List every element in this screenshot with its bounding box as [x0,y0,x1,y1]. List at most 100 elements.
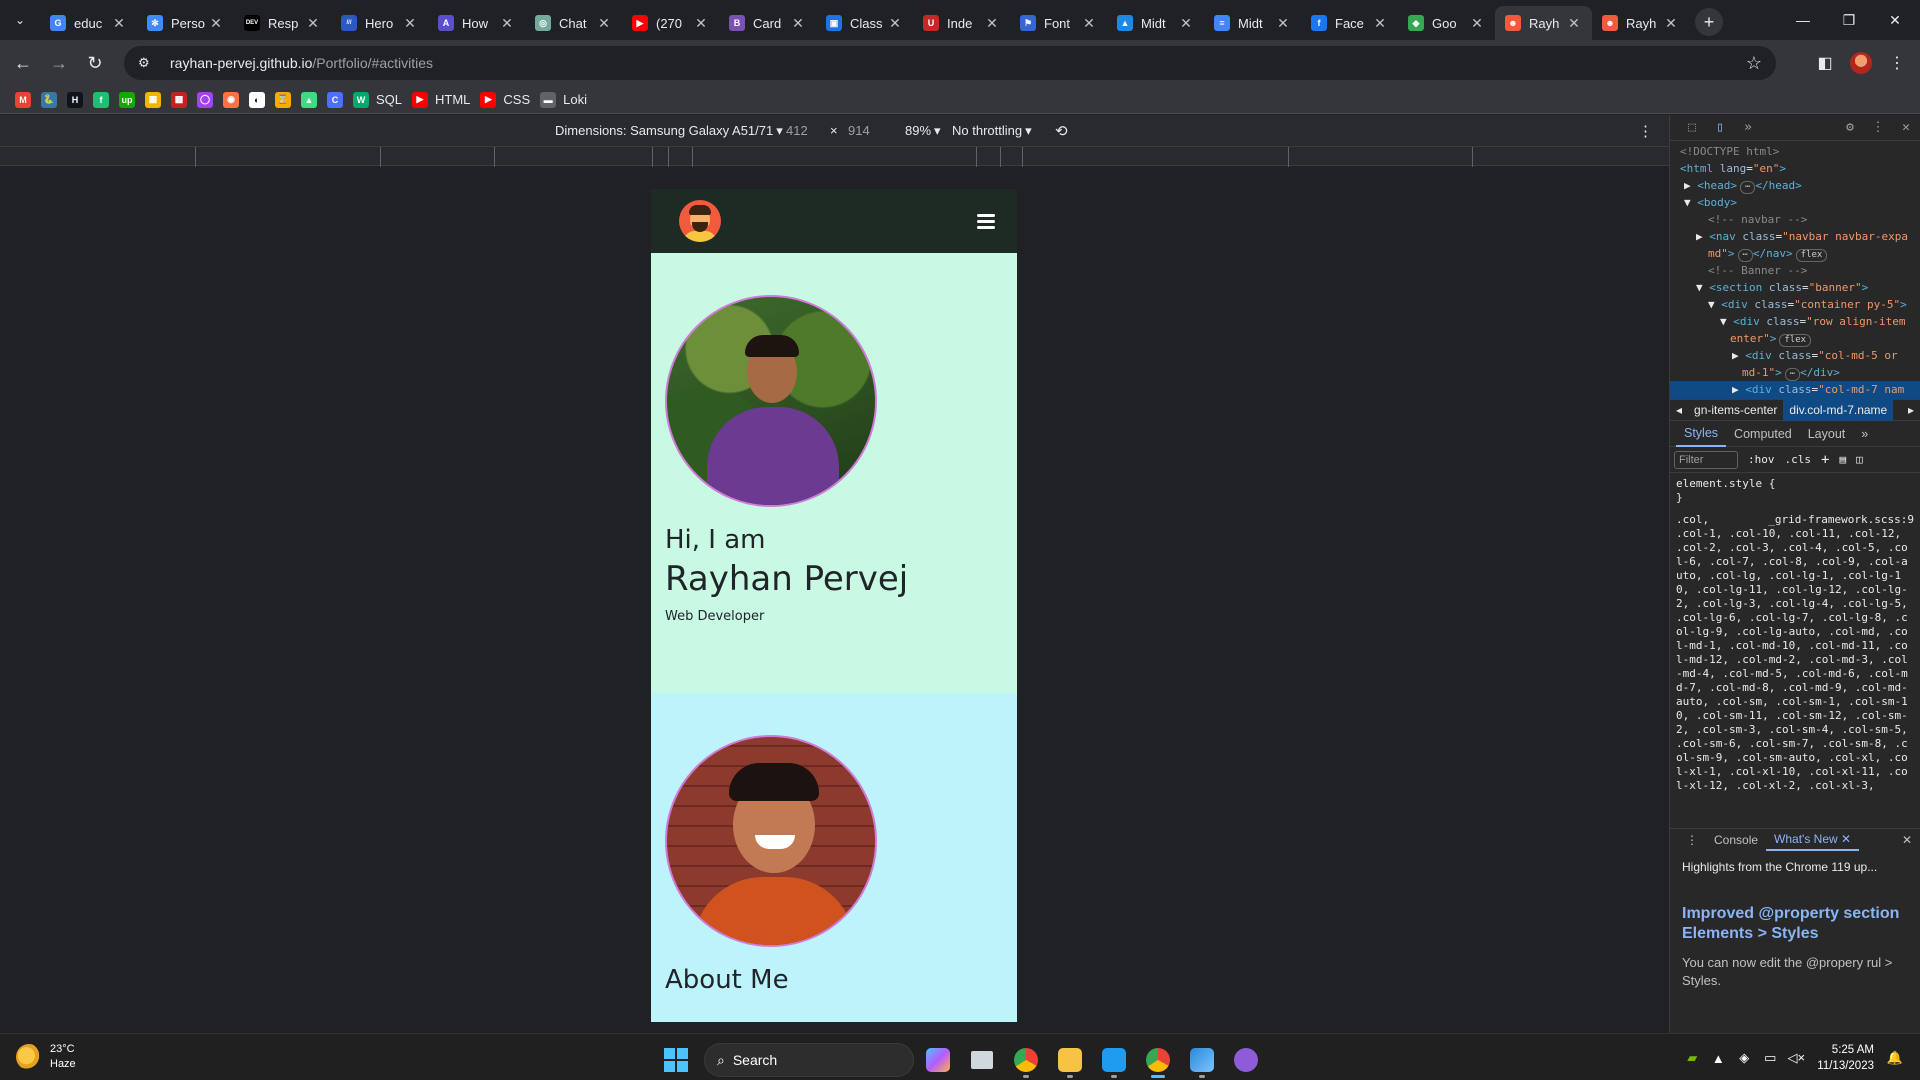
width-input[interactable]: 412 [786,115,808,146]
dom-node[interactable]: ▼ <section class="banner"> [1670,279,1920,296]
media-query-marker[interactable] [668,147,669,167]
browser-tab[interactable]: ≡ Midt ✕ [1204,6,1301,40]
browser-tab[interactable]: DEV Resp ✕ [234,6,331,40]
cls-toggle[interactable]: .cls [1785,453,1812,466]
file-explorer-icon[interactable] [1050,1040,1090,1080]
minimize-button[interactable]: — [1780,0,1826,40]
chrome-app-icon[interactable] [1006,1040,1046,1080]
browser-tab[interactable]: /// Hero ✕ [331,6,428,40]
new-rule-plus-icon[interactable]: + [1821,452,1829,468]
close-tab-icon[interactable]: ✕ [402,15,418,32]
close-tab-icon[interactable]: ✕ [790,15,806,32]
close-tab-icon[interactable]: ✕ [887,15,903,32]
device-toolbar-menu[interactable]: ⋮ [1638,115,1653,146]
close-tab-icon[interactable]: ✕ [305,15,321,32]
notification-bell-icon[interactable]: 🔔 [1882,1050,1908,1066]
dom-node[interactable]: enter"> flex [1670,330,1920,347]
browser-tab[interactable]: ◆ Goo ✕ [1398,6,1495,40]
bookmark-star-icon[interactable]: ☆ [1746,53,1762,74]
back-button[interactable]: ← [6,46,40,80]
browser-tab[interactable]: B Card ✕ [719,6,816,40]
browser-tab[interactable]: ▣ Class ✕ [816,6,913,40]
browser-tab[interactable]: ☻ Rayh ✕ [1592,6,1689,40]
bookmark-item[interactable]: up [114,88,140,112]
site-info-icon[interactable]: ⚙ [138,55,156,71]
browser-menu-button[interactable]: ⋮ [1880,46,1914,80]
dom-node[interactable]: <html lang="en"> [1670,160,1920,177]
media-query-marker[interactable] [692,147,693,167]
dom-node[interactable]: ▼ <div class="container py-5"> [1670,296,1920,313]
bookmark-item[interactable]: C [322,88,348,112]
close-tab-icon[interactable]: ✕ [111,15,127,32]
dom-node[interactable]: ⋯</div> == $0 [1670,398,1920,399]
site-logo[interactable] [679,200,721,242]
rotate-button[interactable]: ⟲ [1055,115,1068,146]
bookmark-item[interactable]: ◉ [218,88,244,112]
close-tab-icon[interactable]: ✕ [984,15,1000,32]
new-tab-button[interactable]: + [1695,8,1723,36]
side-panel-button[interactable]: ◧ [1808,46,1842,80]
bookmark-item[interactable]: M [10,88,36,112]
tab-search-button[interactable]: ⌄ [6,6,34,34]
browser-tab[interactable]: ⚑ Font ✕ [1010,6,1107,40]
bookmark-item[interactable]: H [62,88,88,112]
bookmark-item[interactable]: ▶ CSS [475,88,535,112]
restore-button[interactable]: ❐ [1826,0,1872,40]
dom-node[interactable]: ▶ <div class="col-md-5 or [1670,347,1920,364]
browser-tab[interactable]: f Face ✕ [1301,6,1398,40]
bookmark-item[interactable]: ▦ [140,88,166,112]
task-view-icon[interactable] [962,1040,1002,1080]
close-tab-icon[interactable]: ✕ [1566,15,1582,32]
hamburger-menu-icon[interactable] [977,213,995,229]
bookmark-item[interactable]: W SQL [348,88,407,112]
close-tab-icon[interactable]: ✕ [208,15,224,32]
browser-tab[interactable]: Geduc ✕ [40,6,137,40]
rule-source-link[interactable]: _grid-framework.scss:9 [1768,513,1914,527]
media-query-marker[interactable] [976,147,977,167]
address-bar[interactable]: ⚙ rayhan-pervej.github.io/Portfolio/#act… [124,46,1776,80]
settings-gear-icon[interactable]: ⚙ [1836,120,1864,135]
dom-node[interactable]: md"> ⋯ </nav> flex [1670,245,1920,262]
more-tabs-icon[interactable]: » [1734,120,1762,135]
dom-node[interactable]: <!-- navbar --> [1670,211,1920,228]
bookmark-item[interactable]: ◐ [244,88,270,112]
bookmark-item[interactable]: f [88,88,114,112]
styles-filter-input[interactable]: Filter [1674,450,1738,469]
more-tabs-icon[interactable]: » [1853,421,1876,447]
photos-app-icon[interactable] [1182,1040,1222,1080]
nvidia-icon[interactable]: ▰ [1679,1050,1705,1066]
tab-computed[interactable]: Computed [1726,421,1800,447]
browser-tab[interactable]: ▲ Midt ✕ [1107,6,1204,40]
media-query-marker[interactable] [380,147,381,167]
breadcrumb-item[interactable]: gn-items-center [1688,403,1783,417]
kebab-menu-icon[interactable]: ⋮ [1864,120,1892,135]
close-drawer-icon[interactable]: ✕ [1894,829,1920,851]
bookmark-item[interactable]: ▩ [166,88,192,112]
browser-tab[interactable]: U Inde ✕ [913,6,1010,40]
tab-layout[interactable]: Layout [1800,421,1854,447]
media-query-marker[interactable] [1000,147,1001,167]
hov-toggle[interactable]: :hov [1748,453,1775,466]
close-window-button[interactable]: ✕ [1872,0,1918,40]
dom-node[interactable]: ▼ <body> [1670,194,1920,211]
device-select[interactable]: Dimensions: Samsung Galaxy A51/71 ▾ [555,115,783,146]
caret-left-icon[interactable]: ◂ [1670,403,1688,417]
close-tab-icon[interactable]: ✕ [1178,15,1194,32]
tab-console[interactable]: Console [1706,829,1766,851]
drive-icon[interactable]: ▲ [1705,1051,1731,1066]
vscode-icon[interactable] [1094,1040,1134,1080]
close-tab-icon[interactable]: ✕ [1663,15,1679,32]
close-tab-icon[interactable]: ✕ [693,15,709,32]
close-devtools-icon[interactable]: ✕ [1892,120,1920,135]
defender-icon[interactable]: ◈ [1731,1050,1757,1066]
github-desktop-icon[interactable] [1226,1040,1266,1080]
media-query-marker[interactable] [1288,147,1289,167]
volume-icon[interactable]: ◁× [1783,1050,1809,1066]
close-tab-icon[interactable]: ✕ [1081,15,1097,32]
breadcrumb-item-active[interactable]: div.col-md-7.name [1783,399,1894,421]
reload-button[interactable]: ↻ [78,46,112,80]
bookmark-item[interactable]: ⌛ [270,88,296,112]
browser-tab[interactable]: A How ✕ [428,6,525,40]
close-tab-icon[interactable]: ✕ [1469,15,1485,32]
height-input[interactable]: 914 [848,115,870,146]
